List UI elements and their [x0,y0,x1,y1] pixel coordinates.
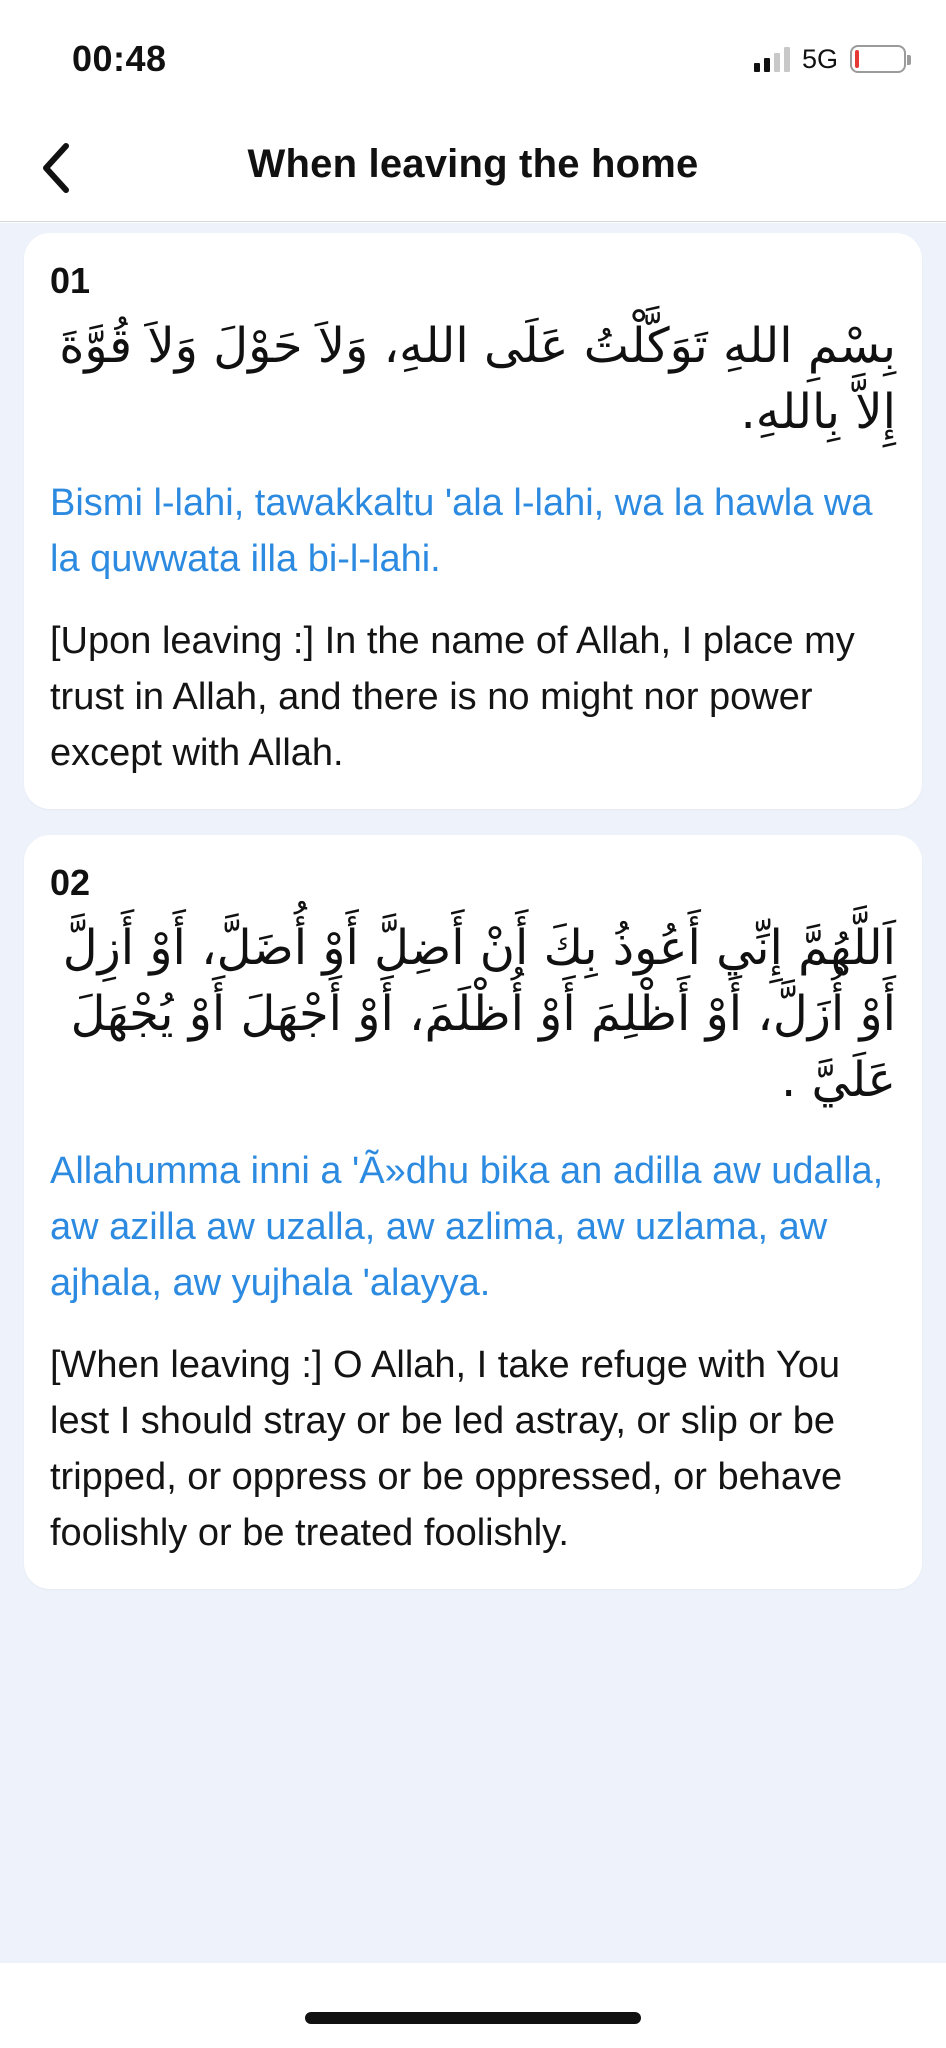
dua-transliteration: Bismi l-lahi, tawakkaltu 'ala l-lahi, wa… [50,482,873,580]
dua-list[interactable]: 01 بِسْمِ اللهِ تَوَكَّلْتُ عَلَى اللهِ،… [0,223,946,1963]
bottom-safe-area [0,1963,946,2048]
dua-arabic-text: بِسْمِ اللهِ تَوَكَّلْتُ عَلَى اللهِ، وَ… [59,318,896,440]
status-indicators: 5G [753,43,911,74]
dua-translation: [Upon leaving :] In the name of Allah, I… [50,620,855,774]
signal-bars-icon [753,46,790,72]
battery-level [855,50,859,68]
dua-arabic-text: اَللَّهُمَّ إِنِّي أَعُوذُ بِكَ أَنْ أَض… [62,920,896,1108]
network-label: 5G [801,43,838,74]
dua-number: 02 [50,862,91,903]
page-title: When leaving the home [247,142,699,186]
home-indicator[interactable] [305,2012,641,2024]
dua-translation: [When leaving :] O Allah, I take refuge … [50,1344,843,1554]
battery-low-icon [850,45,911,73]
dua-card: 02 اَللَّهُمَّ إِنِّي أَعُوذُ بِكَ أَنْ … [24,835,922,1589]
status-bar: 00:48 5G [0,0,946,118]
dua-card: 01 بِسْمِ اللهِ تَوَكَّلْتُ عَلَى اللهِ،… [24,233,922,809]
dua-transliteration: Allahumma inni a 'Ã»dhu bika an adilla a… [50,1150,884,1304]
status-time: 00:48 [72,38,167,79]
navigation-bar: When leaving the home [0,118,946,222]
dua-number: 01 [50,260,91,301]
